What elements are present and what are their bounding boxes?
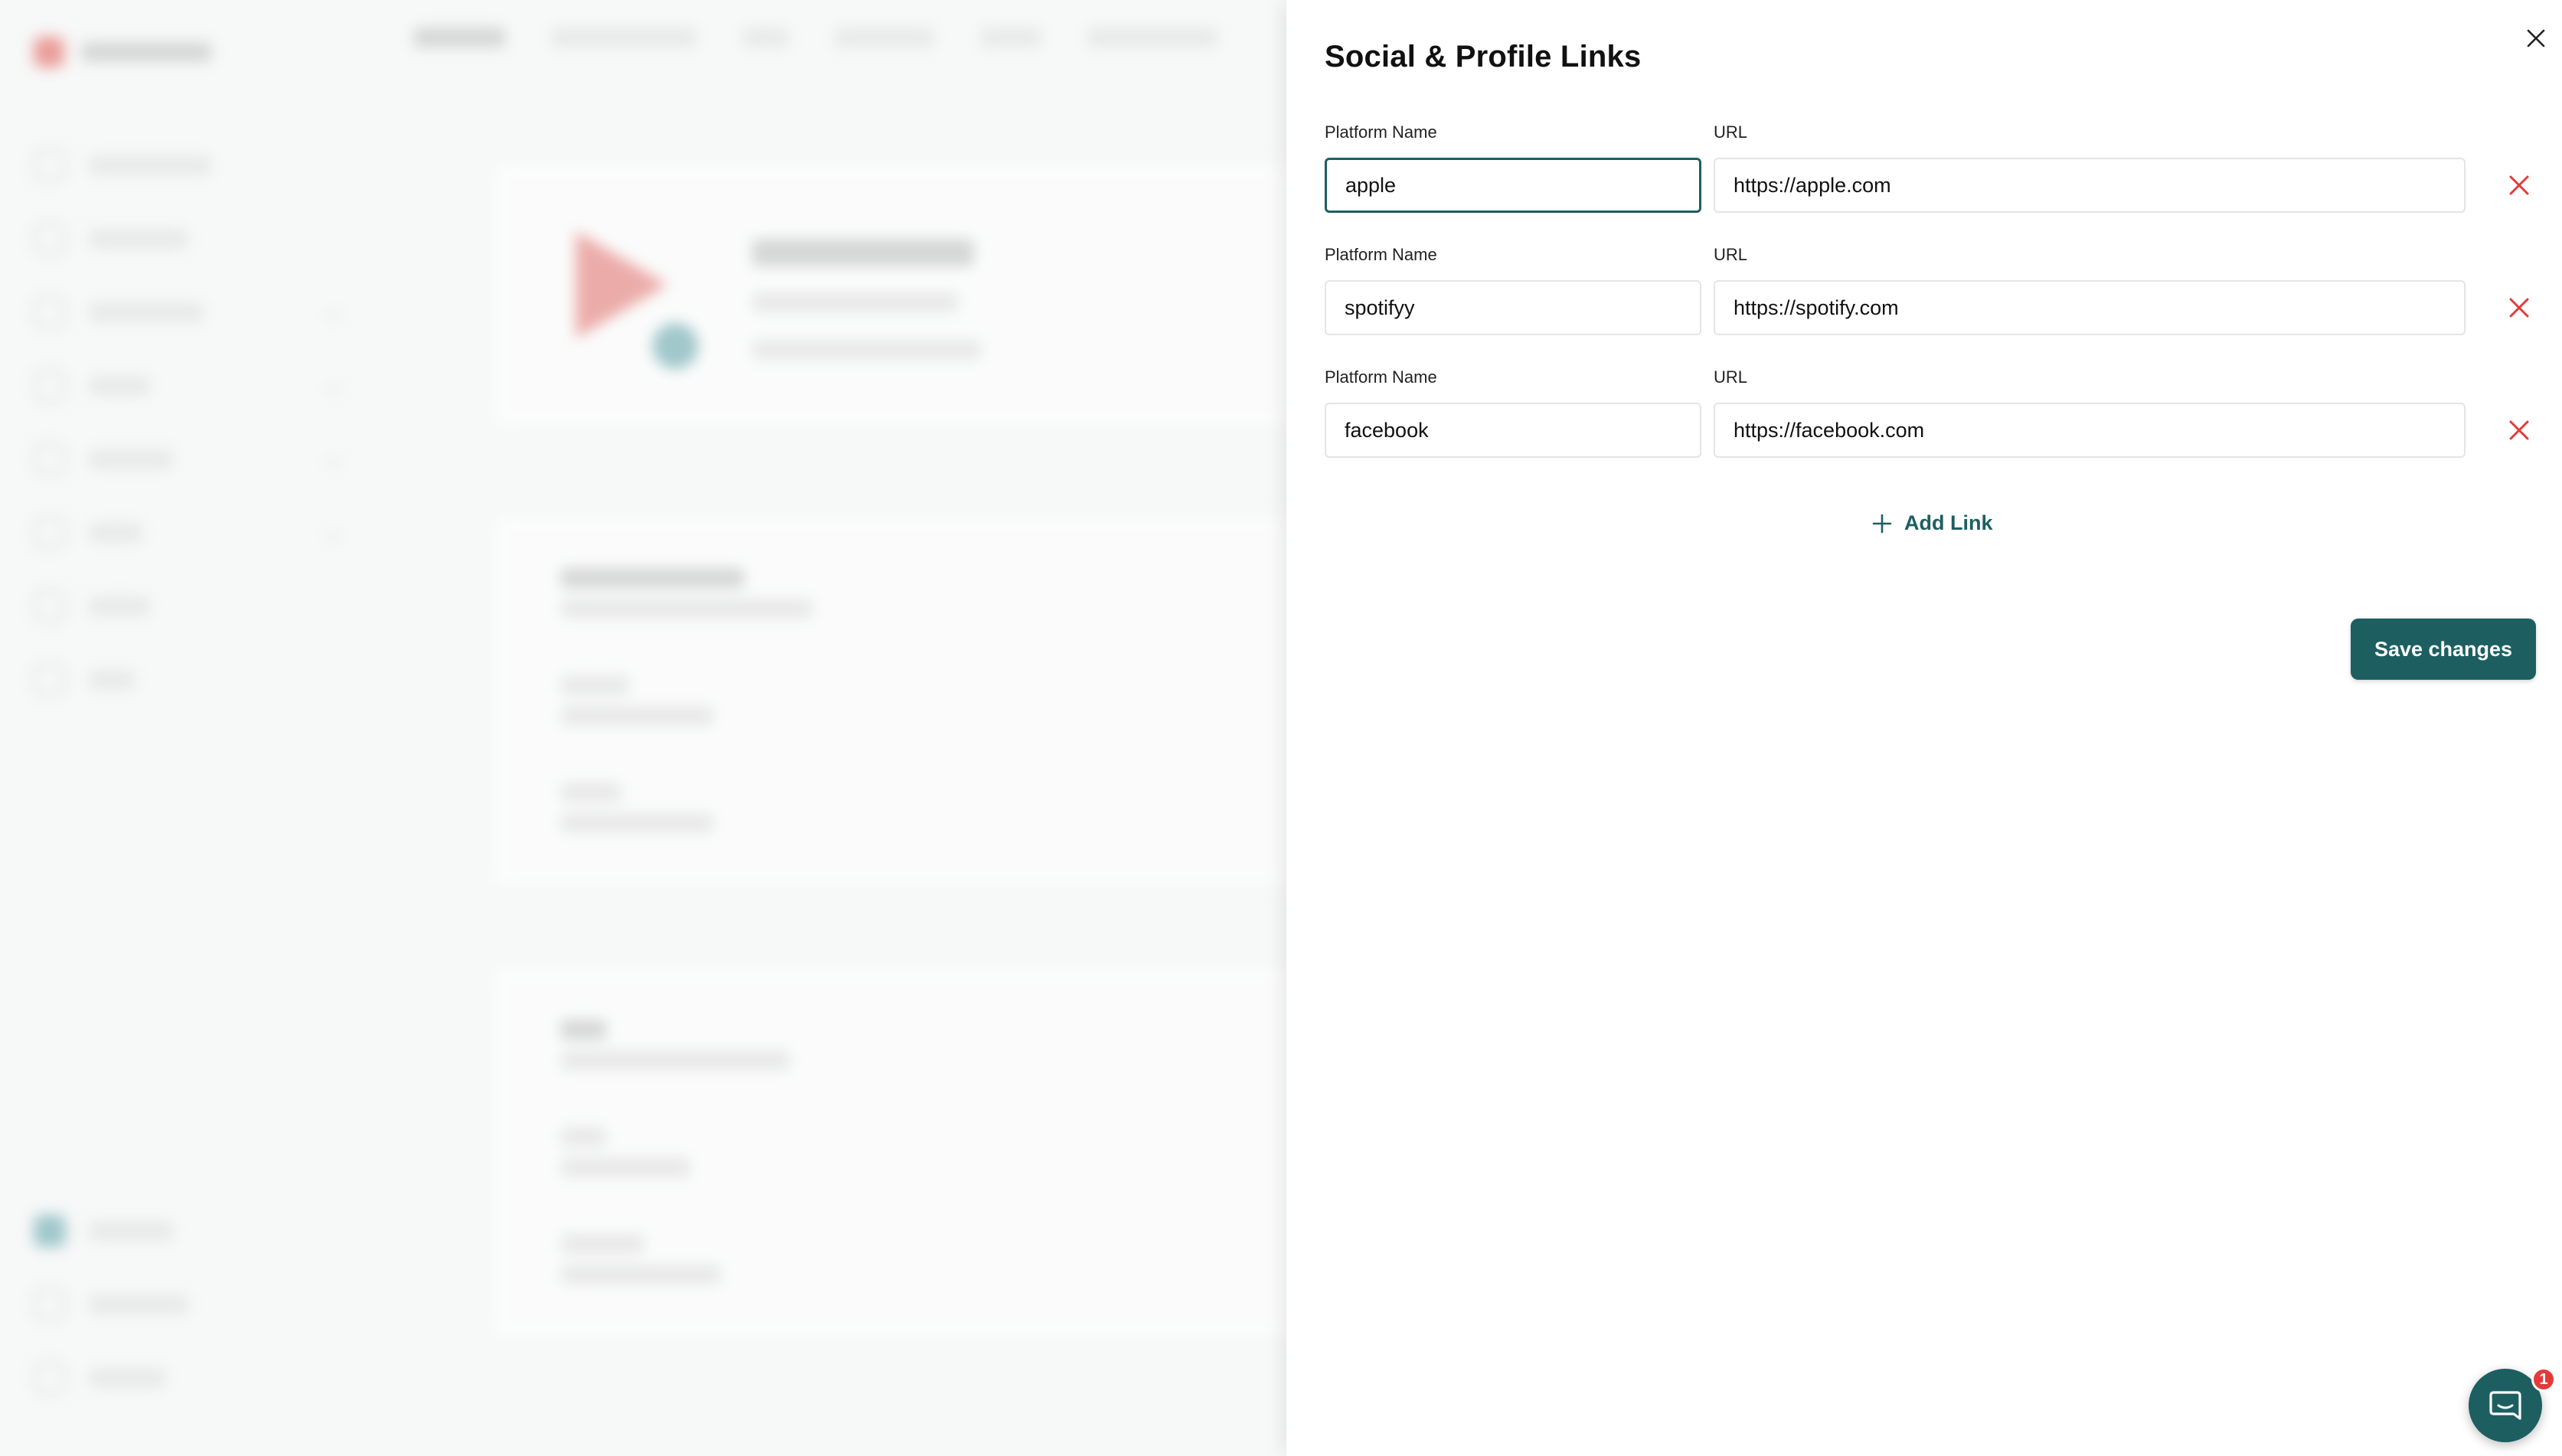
- remove-link-button[interactable]: [2504, 170, 2534, 201]
- link-row: Platform Name URL: [1325, 122, 2534, 245]
- background-sidebar: [0, 0, 368, 1456]
- url-input[interactable]: [1714, 158, 2466, 213]
- chat-notification-badge: 1: [2531, 1367, 2556, 1392]
- chevron-down-icon: [325, 377, 343, 395]
- background-nav-item: [34, 643, 340, 717]
- nav-icon: [34, 590, 66, 622]
- url-input[interactable]: [1714, 403, 2466, 458]
- links-list: Platform Name URL Platform Name URL: [1325, 122, 2534, 490]
- link-row: Platform Name URL: [1325, 367, 2534, 490]
- background-app: [0, 0, 1294, 1456]
- remove-link-button[interactable]: [2504, 292, 2534, 323]
- background-nav-item: [34, 423, 343, 496]
- background-profile-card: [490, 161, 1294, 429]
- plus-icon: [1872, 514, 1892, 533]
- save-changes-button[interactable]: Save changes: [2351, 619, 2536, 680]
- platform-name-input[interactable]: [1325, 403, 1701, 458]
- brand-logo-icon: [34, 37, 64, 67]
- background-nav-item: [34, 202, 340, 276]
- platform-name-input[interactable]: [1325, 158, 1701, 213]
- background-nav-item: [34, 129, 340, 202]
- background-nav-item: [34, 1341, 340, 1415]
- close-icon: [2527, 29, 2545, 47]
- background-details-card: [490, 513, 1294, 888]
- background-topbar: [413, 28, 1217, 47]
- nav-icon: [34, 443, 66, 475]
- background-nav-item: [34, 276, 343, 349]
- link-row: Platform Name URL: [1325, 245, 2534, 367]
- url-label: URL: [1714, 367, 1748, 387]
- nav-icon: [34, 223, 66, 255]
- nav-icon: [34, 1215, 66, 1247]
- background-nav-item: [34, 349, 343, 423]
- platform-name-label: Platform Name: [1325, 122, 1437, 142]
- background-nav: [34, 129, 343, 717]
- nav-icon: [34, 517, 66, 549]
- background-nav-item: [34, 1194, 340, 1268]
- nav-icon: [34, 1288, 66, 1321]
- chevron-down-icon: [325, 450, 343, 468]
- add-link-button[interactable]: Add Link: [1872, 511, 1993, 535]
- remove-x-icon: [2509, 420, 2529, 440]
- nav-icon: [34, 1362, 66, 1394]
- url-input[interactable]: [1714, 280, 2466, 335]
- nav-icon: [34, 370, 66, 402]
- nav-icon: [34, 296, 66, 328]
- chat-icon: [2489, 1391, 2521, 1420]
- background-nav-item: [34, 496, 343, 570]
- remove-x-icon: [2509, 175, 2529, 195]
- background-settings-card: [490, 965, 1294, 1340]
- remove-link-button[interactable]: [2504, 415, 2534, 446]
- platform-name-input[interactable]: [1325, 280, 1701, 335]
- drawer-title: Social & Profile Links: [1325, 40, 1642, 73]
- url-label: URL: [1714, 122, 1748, 142]
- platform-name-label: Platform Name: [1325, 245, 1437, 264]
- background-nav-bottom: [34, 1194, 340, 1415]
- close-button[interactable]: [2521, 23, 2551, 54]
- nav-icon: [34, 149, 66, 181]
- url-label: URL: [1714, 245, 1748, 264]
- chevron-down-icon: [325, 524, 343, 542]
- platform-name-label: Platform Name: [1325, 367, 1437, 387]
- chevron-down-icon: [325, 303, 343, 322]
- background-nav-item: [34, 570, 340, 643]
- nav-icon: [34, 664, 66, 696]
- add-link-label: Add Link: [1904, 511, 1993, 534]
- background-brand: [34, 37, 211, 67]
- remove-x-icon: [2509, 298, 2529, 318]
- profile-avatar: [576, 231, 698, 369]
- social-links-drawer: Social & Profile Links Platform Name URL…: [1286, 0, 2562, 1456]
- background-nav-item: [34, 1268, 340, 1341]
